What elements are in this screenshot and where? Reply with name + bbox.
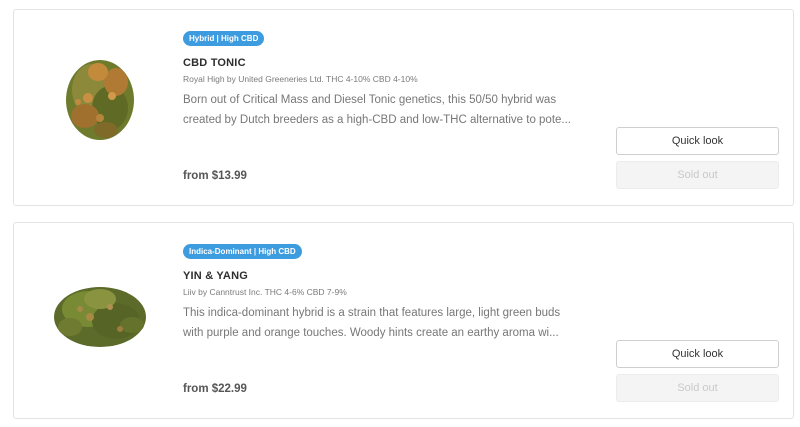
product-image-yin-yang[interactable] — [40, 251, 160, 371]
sold-out-button: Sold out — [616, 161, 779, 189]
product-price: from $13.99 — [183, 170, 247, 182]
product-meta: Royal High by United Greeneries Ltd. THC… — [183, 74, 418, 84]
product-card: Hybrid | High CBD CBD TONIC Royal High b… — [13, 9, 794, 206]
product-name[interactable]: CBD TONIC — [183, 57, 603, 69]
product-info: Indica-Dominant | High CBD YIN & YANG Li… — [183, 241, 603, 343]
strain-type-badge: Indica-Dominant | High CBD — [183, 244, 302, 259]
quick-look-button[interactable]: Quick look — [616, 127, 779, 155]
product-image-cbd-tonic[interactable] — [40, 38, 160, 158]
product-price: from $22.99 — [183, 383, 247, 395]
product-description: Born out of Critical Mass and Diesel Ton… — [183, 94, 571, 126]
product-meta: Liiv by Canntrust Inc. THC 4-6% CBD 7-9% — [183, 287, 347, 297]
quick-look-button[interactable]: Quick look — [616, 340, 779, 368]
product-name[interactable]: YIN & YANG — [183, 270, 603, 282]
strain-type-badge: Hybrid | High CBD — [183, 31, 265, 46]
product-info: Hybrid | High CBD CBD TONIC Royal High b… — [183, 28, 603, 130]
product-description: This indica-dominant hybrid is a strain … — [183, 307, 561, 339]
sold-out-button: Sold out — [616, 374, 779, 402]
product-card: Indica-Dominant | High CBD YIN & YANG Li… — [13, 222, 794, 419]
